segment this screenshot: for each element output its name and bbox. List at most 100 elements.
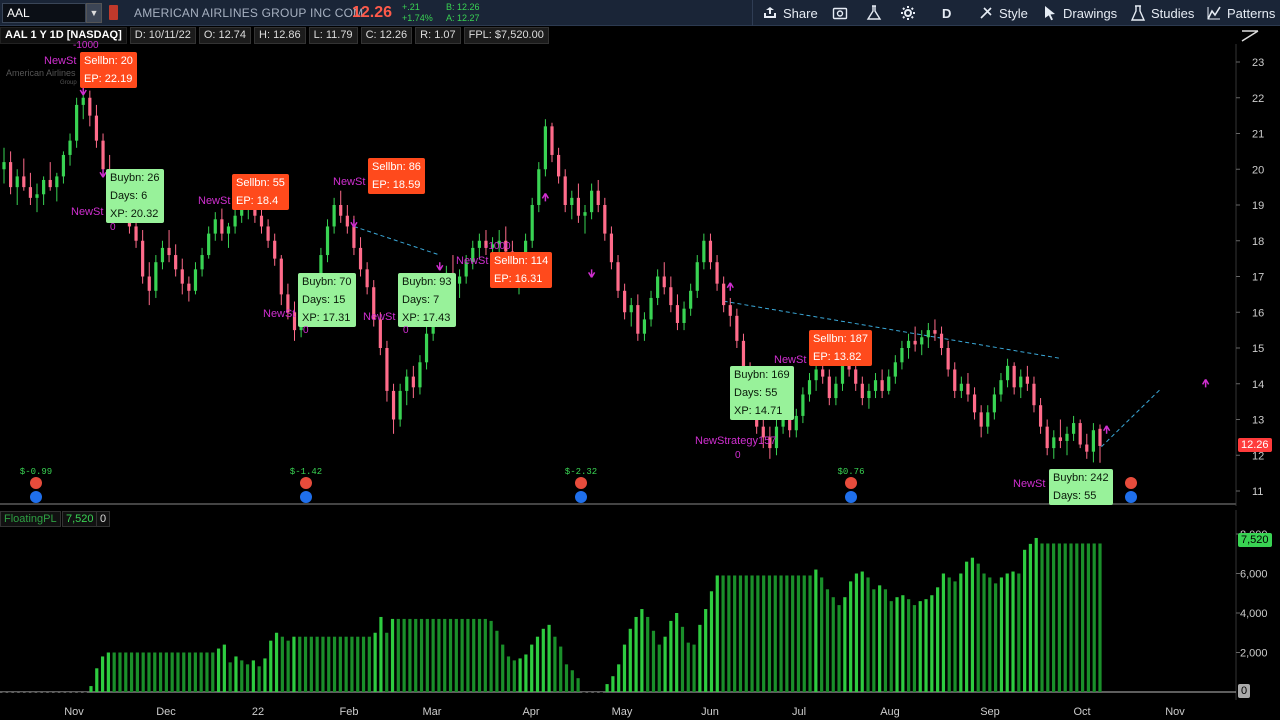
candle-body <box>55 176 59 188</box>
floating-pl-bar <box>182 652 186 692</box>
expand-chart-icon[interactable] <box>1240 28 1260 44</box>
earnings-value: $-0.99 <box>20 467 52 477</box>
strategy-arrow-up-icon <box>1102 425 1111 434</box>
symbol-input[interactable]: AAL <box>2 3 86 23</box>
floating-pl-bar <box>518 658 522 692</box>
buy-trade-label: Buybn: 242 Days: 55 <box>1049 469 1113 505</box>
candle-body <box>669 287 673 306</box>
floating-pl-bar <box>854 573 859 692</box>
trade-label-line: Buybn: 242 <box>1053 472 1109 484</box>
floating-pl-bar <box>628 628 632 692</box>
earnings-icon <box>575 477 587 489</box>
candle-body <box>365 269 369 288</box>
floating-pl-bar <box>791 575 795 692</box>
floating-pl-bar <box>941 573 946 692</box>
strategy-quantity: -1000 <box>73 40 99 51</box>
floating-pl-bar <box>1017 573 1021 692</box>
patterns-icon <box>1207 6 1221 20</box>
style-button[interactable]: Style <box>978 0 1028 26</box>
candle-body <box>378 319 382 348</box>
earnings-icon <box>300 477 312 489</box>
link-flag-icon[interactable] <box>109 5 118 20</box>
floating-pl-bar <box>738 575 743 692</box>
buy-trade-label: Buybn: 26 Days: 6 XP: 20.32 <box>106 169 164 223</box>
studies-button[interactable]: Studies <box>1130 0 1194 26</box>
earnings-value: $0.76 <box>837 467 864 477</box>
trade-label-line: Sellbn: 86 <box>372 161 421 173</box>
strategy-quantity: 0 <box>110 222 116 233</box>
settings-button[interactable] <box>900 0 916 26</box>
snapshot-button[interactable] <box>832 0 848 26</box>
indicator-value-tag: 7,520 <box>1238 533 1272 547</box>
price-chart[interactable]: American Airlines Group 23 22 21 20 19 18 17 16… <box>0 44 1280 506</box>
floating-pl-bar <box>750 575 754 692</box>
floating-pl-bar <box>338 636 342 692</box>
symbol-dropdown-icon[interactable]: ▼ <box>86 3 102 23</box>
time-axis[interactable]: Nov Dec 22 Feb Mar Apr May Jun Jul Aug Sep Oct Nov <box>0 700 1280 720</box>
candle-body <box>42 179 46 195</box>
floating-pl-bar <box>298 636 302 692</box>
candle-body <box>550 126 554 155</box>
candle-body <box>735 315 739 341</box>
floating-pl-bar <box>593 692 598 693</box>
floating-pl-bar <box>216 648 221 692</box>
style-label: Style <box>999 5 1028 21</box>
patterns-button[interactable]: Patterns <box>1206 0 1275 26</box>
trade-label-line: EP: 22.19 <box>84 73 133 85</box>
strategy-quantity: 0 <box>303 325 309 336</box>
candle-body <box>332 205 336 227</box>
indicator-tick-label: 2,000 <box>1240 648 1268 660</box>
strategy-arrow-down-icon <box>350 219 358 228</box>
candle-body <box>590 190 594 213</box>
candle-body <box>986 412 990 427</box>
floating-pl-bar <box>553 636 557 692</box>
candle-body <box>325 226 330 256</box>
floating-pl-bar <box>837 605 841 692</box>
floating-pl-chart[interactable]: 8,0006,0004,0002,000 <box>0 510 1280 700</box>
floating-pl-bar <box>495 630 499 692</box>
candle-body <box>1078 423 1082 445</box>
floating-pl-bar <box>309 636 313 692</box>
month-label: Nov <box>64 706 84 718</box>
floating-pl-bar <box>1081 543 1085 692</box>
price-tick-label: 12 <box>1252 450 1264 462</box>
earnings-icon <box>1125 477 1137 489</box>
floating-pl-bar <box>576 678 580 692</box>
floating-pl-bar <box>582 692 586 693</box>
bar-close: C: 12.26 <box>360 27 413 44</box>
floating-pl-bar <box>796 575 801 692</box>
candle-body <box>979 412 983 427</box>
floating-pl-bar <box>129 652 134 692</box>
candle-body <box>616 262 620 291</box>
drawings-button[interactable]: Drawings <box>1042 0 1117 26</box>
earnings-markers: $-0.99 $-1.42 $-2.32 $0.76 <box>20 467 1137 503</box>
flask-button[interactable] <box>866 0 882 26</box>
trade-label-line: EP: 18.4 <box>236 195 279 207</box>
floating-pl-bar <box>762 575 766 692</box>
month-label: Apr <box>522 706 539 718</box>
candle-body <box>1038 405 1043 427</box>
floating-pl-bar <box>106 652 110 692</box>
trade-label-line: EP: 16.31 <box>494 273 543 285</box>
price-tick-label: 14 <box>1252 379 1264 391</box>
floating-pl-bar <box>924 599 928 692</box>
floating-pl-bar <box>506 656 511 692</box>
floating-pl-bar <box>118 652 122 692</box>
floating-pl-bar <box>42 692 47 693</box>
period-button[interactable]: D <box>942 0 951 26</box>
bid-price: B: 12.26 <box>446 2 480 12</box>
floating-pl-bar <box>1023 549 1027 692</box>
floating-pl-bar <box>164 652 168 692</box>
floating-pl-bar <box>321 636 325 692</box>
floating-pl-bar <box>1086 543 1091 692</box>
trade-label-line: XP: 20.32 <box>110 208 159 220</box>
trade-label-line: Days: 15 <box>302 294 346 306</box>
floating-pl-bar <box>640 609 644 692</box>
candle-body <box>75 104 79 141</box>
share-button[interactable]: Share <box>762 0 818 26</box>
floating-pl-bar <box>634 616 638 692</box>
candle-body <box>266 226 270 241</box>
candle-body <box>675 305 680 323</box>
strategy-arrow-down-icon <box>79 87 87 96</box>
candle-body <box>167 247 171 256</box>
